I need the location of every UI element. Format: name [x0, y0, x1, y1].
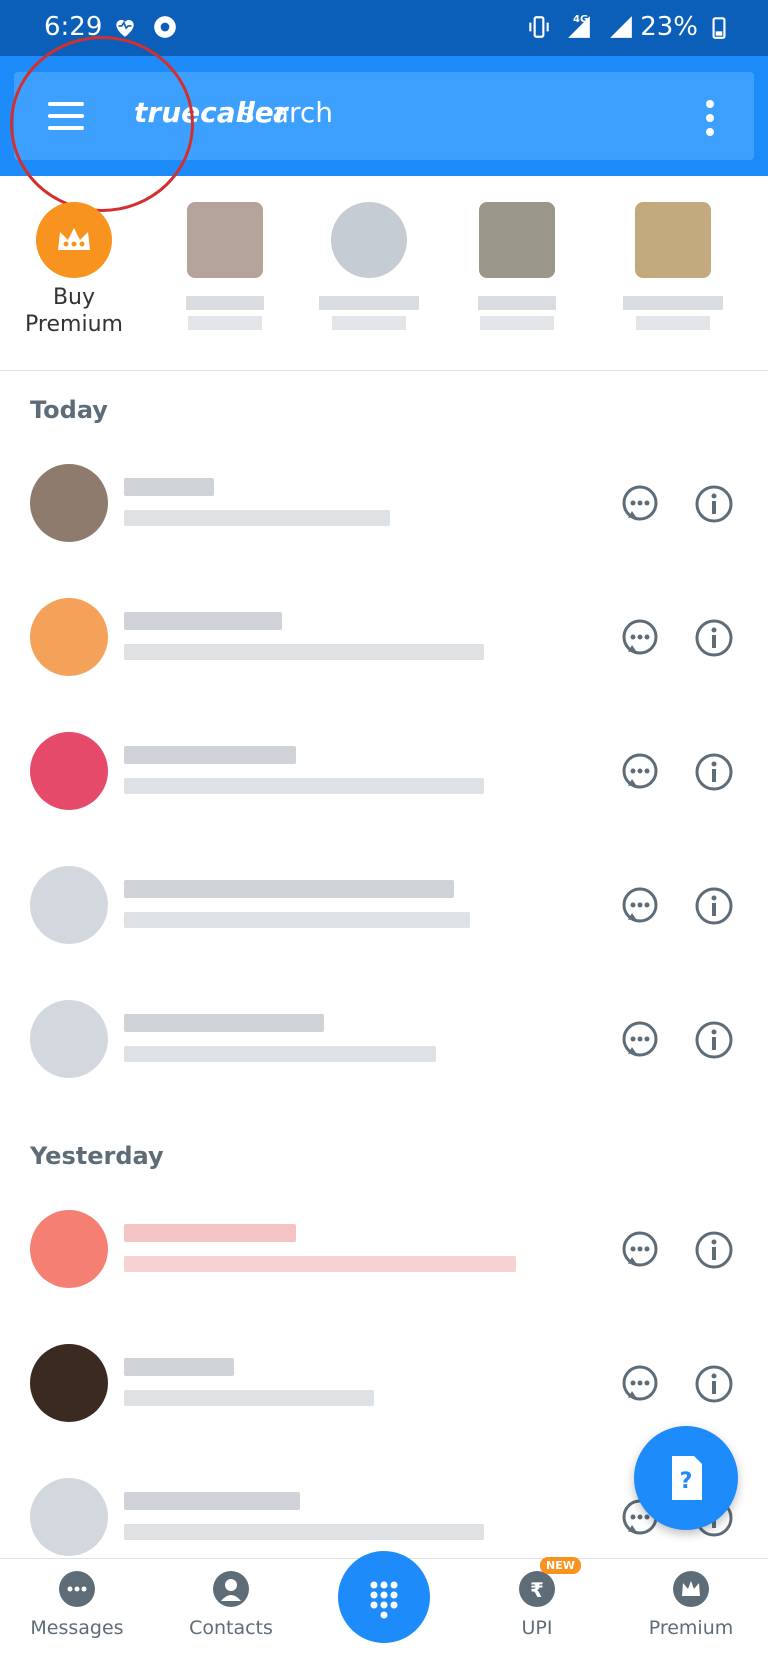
- info-icon[interactable]: [694, 1230, 734, 1270]
- contact-sub-blur: [480, 316, 554, 330]
- call-detail-blur: [124, 1256, 516, 1272]
- call-detail-blur: [124, 1046, 436, 1062]
- nav-messages-label: Messages: [30, 1617, 124, 1639]
- network-type: 4G: [573, 14, 589, 25]
- info-icon[interactable]: [694, 484, 734, 524]
- message-icon[interactable]: [620, 1020, 660, 1060]
- dialpad-button[interactable]: [338, 1551, 430, 1643]
- call-detail-blur: [124, 912, 470, 928]
- message-icon[interactable]: [620, 484, 660, 524]
- bottom-nav: Messages Contacts ₹ UPI NEW Premium: [0, 1551, 768, 1665]
- avatar: [479, 202, 555, 278]
- message-icon[interactable]: [620, 886, 660, 926]
- nav-contacts-label: Contacts: [189, 1617, 273, 1639]
- contact-sub-blur: [188, 316, 262, 330]
- search-label: search: [240, 96, 334, 129]
- dialpad-icon: [370, 1581, 398, 1619]
- contact-name-blur: [124, 880, 454, 898]
- svg-text:?: ?: [680, 1469, 693, 1494]
- avatar: [30, 1000, 108, 1078]
- battery-icon: [712, 17, 726, 39]
- message-icon[interactable]: [620, 618, 660, 658]
- message-icon[interactable]: [620, 1230, 660, 1270]
- info-icon[interactable]: [694, 618, 734, 658]
- nav-upi[interactable]: ₹ UPI: [472, 1571, 602, 1639]
- contact-name-blur: [623, 296, 723, 310]
- buy-premium-button[interactable]: Buy Premium: [22, 202, 126, 338]
- call-detail-blur: [124, 510, 390, 526]
- call-detail-blur: [124, 778, 484, 794]
- contact-name-blur: [124, 478, 214, 496]
- nav-upi-label: UPI: [521, 1617, 553, 1639]
- sms-question-icon: ?: [672, 1456, 702, 1500]
- avatar: [331, 202, 407, 278]
- call-detail-blur: [124, 1524, 484, 1540]
- avatar: [30, 866, 108, 944]
- new-badge: NEW: [540, 1557, 581, 1574]
- contact-name-blur: [124, 1224, 296, 1242]
- info-icon[interactable]: [694, 1364, 734, 1404]
- info-icon[interactable]: [694, 886, 734, 926]
- more-options-icon[interactable]: [706, 100, 714, 136]
- contact-name-blur: [319, 296, 419, 310]
- messages-icon: [59, 1571, 95, 1607]
- chrome-icon: [154, 16, 176, 38]
- favorite-contact[interactable]: [170, 202, 280, 330]
- call-log-row[interactable]: [0, 716, 768, 850]
- contact-name-blur: [124, 612, 282, 630]
- signal-icon-2: [610, 16, 632, 38]
- nav-contacts[interactable]: Contacts: [166, 1571, 296, 1639]
- info-icon[interactable]: [694, 1020, 734, 1060]
- battery-percent: 23%: [640, 12, 698, 42]
- contacts-icon: [213, 1571, 249, 1607]
- rupee-icon: ₹: [519, 1571, 555, 1607]
- buy-premium-line1: Buy: [52, 285, 96, 310]
- call-log-row[interactable]: [0, 448, 768, 582]
- contact-sub-blur: [332, 316, 406, 330]
- avatar: [30, 1344, 108, 1422]
- call-detail-blur: [124, 1390, 374, 1406]
- avatar: [30, 598, 108, 676]
- nav-premium[interactable]: Premium: [626, 1571, 756, 1639]
- new-message-fab[interactable]: ?: [634, 1426, 738, 1530]
- nav-messages[interactable]: Messages: [12, 1571, 142, 1639]
- contact-name-blur: [124, 746, 296, 764]
- avatar: [30, 464, 108, 542]
- message-icon[interactable]: [620, 1364, 660, 1404]
- contact-name-blur: [186, 296, 264, 310]
- avatar: [30, 1210, 108, 1288]
- message-icon[interactable]: [620, 752, 660, 792]
- avatar: [187, 202, 263, 278]
- contact-name-blur: [478, 296, 556, 310]
- section-today: Today: [30, 396, 108, 424]
- buy-premium-line2: Premium: [25, 312, 123, 337]
- avatar: [30, 1478, 108, 1556]
- avatar: [30, 732, 108, 810]
- info-icon[interactable]: [694, 752, 734, 792]
- contact-name-blur: [124, 1014, 324, 1032]
- section-yesterday: Yesterday: [30, 1142, 164, 1170]
- favorite-contact[interactable]: [618, 202, 728, 330]
- favorite-contact[interactable]: [462, 202, 572, 330]
- favorites-strip: Buy Premium: [0, 178, 768, 371]
- crown-icon: [36, 202, 112, 278]
- call-log-row[interactable]: [0, 1194, 768, 1328]
- call-log-row[interactable]: [0, 850, 768, 984]
- contact-name-blur: [124, 1358, 234, 1376]
- contact-name-blur: [124, 1492, 300, 1510]
- avatar: [635, 202, 711, 278]
- favorite-contact[interactable]: [314, 202, 424, 330]
- crown-icon: [673, 1571, 709, 1607]
- call-detail-blur: [124, 644, 484, 660]
- vibrate-icon: [529, 16, 549, 38]
- call-log-row[interactable]: [0, 582, 768, 716]
- contact-sub-blur: [636, 316, 710, 330]
- call-log-row[interactable]: [0, 984, 768, 1118]
- svg-text:₹: ₹: [530, 1578, 544, 1602]
- nav-premium-label: Premium: [648, 1617, 734, 1639]
